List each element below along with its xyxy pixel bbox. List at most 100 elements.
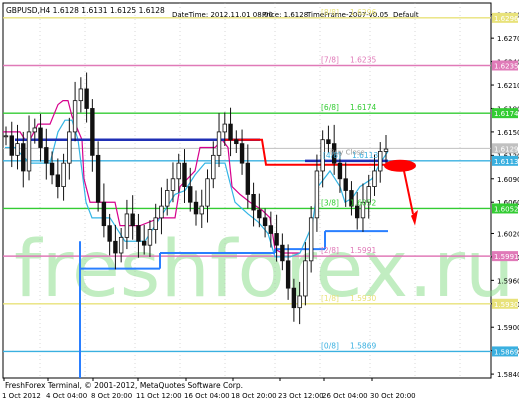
candle-body: [239, 143, 245, 164]
level-price-label: 1.6296: [350, 8, 376, 17]
level-tag: [2/8]: [321, 246, 339, 255]
level-tag: [7/8]: [321, 56, 339, 65]
level-tag: [0/8]: [321, 341, 339, 350]
candle-body: [32, 127, 37, 133]
candle-body: [326, 139, 331, 145]
candle-body: [153, 217, 158, 230]
price-level-badge-text: 1.6296: [494, 15, 519, 23]
candle-body: [262, 217, 268, 227]
candle-body: [291, 287, 297, 309]
price-level-badge-text: 1.6129: [494, 145, 519, 153]
candle-body: [176, 162, 181, 180]
candle-body: [234, 139, 239, 145]
candle-body: [303, 260, 308, 297]
candle-body: [245, 162, 251, 195]
candle-body: [337, 162, 343, 180]
footer-copyright: FreshForex Terminal, © 2001-2012, MetaQu…: [5, 381, 243, 390]
candle-body: [95, 154, 101, 203]
candle-body: [44, 147, 49, 164]
header-datetime: DateTime: 2012.11.01 08:00: [172, 11, 273, 19]
candle-body: [107, 225, 112, 242]
candle-body: [136, 225, 141, 242]
time-axis-label: 8 Oct 20:00: [91, 392, 132, 400]
candle-body: [308, 217, 314, 262]
price-level-badge-text: 1.5991: [494, 253, 519, 261]
candle-body: [268, 225, 274, 234]
candle-body: [101, 201, 107, 227]
watermark-text: freshforex.ru: [14, 225, 515, 315]
header-price: Price: 1.6128: [262, 11, 308, 19]
time-axis-label: 26 Oct 04:00: [322, 392, 368, 400]
price-level-badge-text: 1.5869: [494, 348, 519, 356]
target-ellipse-marker: [384, 159, 416, 172]
price-level-badge-text: 1.6174: [494, 110, 519, 118]
candle-body: [147, 229, 153, 246]
candle-body: [118, 236, 124, 254]
candle-body: [222, 123, 227, 133]
candle-body: [9, 135, 14, 156]
level-price-label: 1.5869: [350, 341, 376, 350]
level-tag: [8/8]: [321, 8, 339, 17]
mt4-chart-window[interactable]: freshforex.ru GBPUSD,H4 1.6128 1.6131 1.…: [0, 0, 519, 403]
candle-body: [378, 151, 383, 172]
candle-body: [314, 170, 320, 219]
time-axis-label: 4 Oct 04:00: [46, 392, 87, 400]
candle-body: [141, 240, 147, 246]
price-level-badge-text: 1.6113: [494, 158, 519, 166]
candle-body: [285, 260, 291, 289]
candle-body: [383, 148, 389, 152]
level-tag: [6/8]: [321, 103, 339, 112]
candle-body: [251, 194, 256, 211]
price-axis-label: 1.5840: [497, 371, 519, 379]
candle-body: [67, 131, 72, 164]
level-price-label: 1.6174: [350, 103, 376, 112]
candle-body: [228, 123, 233, 141]
candle-body: [199, 205, 204, 215]
price-level-badge-text: 1.6052: [494, 205, 519, 213]
candle-body: [257, 209, 262, 219]
price-axis-label: 1.5960: [497, 277, 519, 285]
candle-body: [205, 178, 210, 207]
candle-body: [15, 143, 20, 156]
level-price-label: 1.5930: [350, 294, 376, 303]
price-axis-label: 1.6210: [497, 82, 519, 90]
candle-body: [61, 162, 66, 187]
candle-body: [343, 178, 348, 191]
candle-body: [90, 108, 95, 156]
price-axis-label: 1.5900: [497, 324, 519, 332]
header-default: Default: [393, 11, 419, 19]
price-level-badge-text: 1.5930: [494, 301, 519, 309]
candle-body: [159, 205, 164, 219]
candle-body: [297, 295, 302, 309]
candle-body: [21, 143, 26, 172]
candle-body: [182, 162, 187, 187]
candle-body: [26, 131, 32, 172]
symbol-info: GBPUSD,H4 1.6128 1.6131 1.6125 1.6128: [6, 6, 165, 15]
candle-body: [274, 233, 279, 246]
candle-body: [55, 174, 61, 187]
price-axis-label: 1.6270: [497, 35, 519, 43]
level-tag: [3/8]: [321, 198, 339, 207]
candle-body: [211, 154, 216, 180]
candle-body: [124, 213, 130, 238]
time-axis-label: 30 Oct 20:00: [370, 392, 416, 400]
level-price-label: 1.5991: [350, 246, 376, 255]
level-price-label: 1.6235: [350, 56, 376, 65]
level-tag: [1/8]: [321, 294, 339, 303]
candle-body: [188, 186, 193, 203]
candle-body: [3, 135, 9, 138]
candle-body: [49, 162, 55, 176]
time-axis-label: 23 Oct 12:00: [278, 392, 324, 400]
candle-body: [372, 170, 377, 187]
price-level-badge-text: 1.6235: [494, 63, 519, 71]
candle-body: [113, 240, 118, 254]
buy-close-label: Buy Close: [330, 148, 365, 156]
price-chart[interactable]: freshforex.ru GBPUSD,H4 1.6128 1.6131 1.…: [0, 0, 519, 403]
time-axis-label: 1 Oct 2012: [2, 392, 41, 400]
candle-body: [193, 201, 199, 215]
candle-body: [165, 190, 170, 207]
candle-body: [355, 205, 360, 219]
price-axis-label: 1.6090: [497, 176, 519, 184]
candle-body: [216, 131, 222, 156]
candle-body: [38, 127, 43, 148]
